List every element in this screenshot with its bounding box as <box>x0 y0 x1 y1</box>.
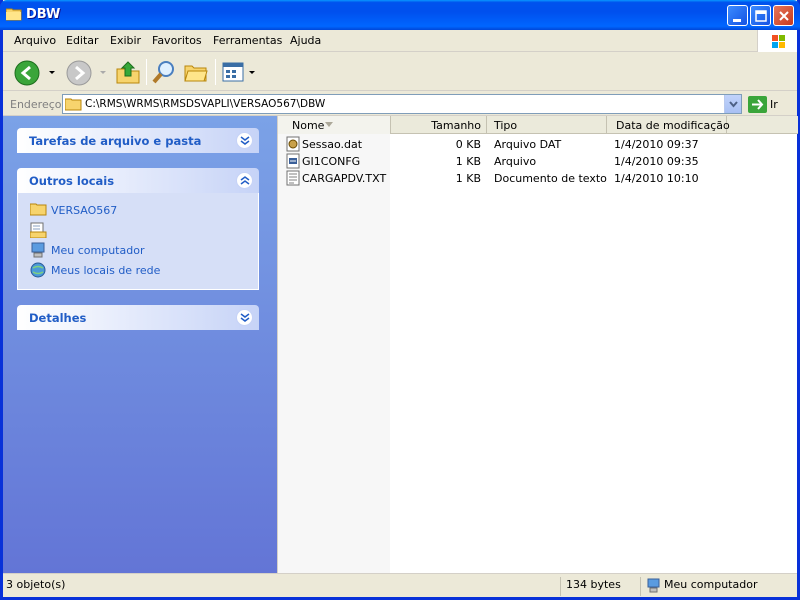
file-modified: 1/4/2010 10:10 <box>614 172 699 185</box>
window-title: DBW <box>26 7 61 22</box>
file-size: 1 KB <box>455 172 481 185</box>
details-title: Detalhes <box>29 311 87 325</box>
status-location: Meu computador <box>664 578 758 591</box>
column-label: Nome <box>292 119 325 132</box>
file-modified: 1/4/2010 09:37 <box>614 138 699 151</box>
file-type: Documento de texto <box>494 172 607 185</box>
address-input[interactable]: C:\RMS\WRMS\RMSDSVAPLI\VERSAO567\DBW <box>62 94 742 114</box>
status-size: 134 bytes <box>566 578 621 591</box>
column-tamanho[interactable]: Tamanho <box>391 116 487 134</box>
sorted-column-highlight <box>278 134 390 573</box>
menu-ajuda[interactable]: Ajuda <box>290 34 321 47</box>
back-icon[interactable] <box>13 59 41 87</box>
views-dropdown-icon[interactable] <box>249 71 255 74</box>
menu-favoritos[interactable]: Favoritos <box>152 34 202 47</box>
column-data-modificacao[interactable]: Data de modificação <box>607 116 730 134</box>
column-nome[interactable]: Nome <box>278 116 391 134</box>
views-icon[interactable] <box>221 59 247 85</box>
file-name: Sessao.dat <box>302 138 363 151</box>
menu-editar[interactable]: Editar <box>66 34 99 47</box>
other-places-title: Outros locais <box>29 174 115 188</box>
file-tasks-title: Tarefas de arquivo e pasta <box>29 134 202 148</box>
toolbar-separator <box>215 59 216 85</box>
text-file-icon <box>286 170 300 186</box>
folder-icon <box>30 203 47 216</box>
file-list[interactable]: Nome Tamanho Tipo Data de modificação Se… <box>277 116 798 573</box>
address-bar: Endereço C:\RMS\WRMS\RMSDSVAPLI\VERSAO56… <box>3 92 797 116</box>
file-size: 1 KB <box>455 155 481 168</box>
shared-documents-icon <box>30 222 47 238</box>
column-label: Tipo <box>494 119 518 132</box>
column-header-row: Nome Tamanho Tipo Data de modificação <box>278 116 798 134</box>
menu-ferramentas[interactable]: Ferramentas <box>213 34 282 47</box>
link-label: Meus locais de rede <box>51 264 161 277</box>
minimize-button[interactable] <box>727 5 748 26</box>
folder-icon <box>65 98 82 111</box>
status-bar: 3 objeto(s) 134 bytes Meu computador <box>3 573 797 597</box>
sort-arrow-icon <box>325 122 333 127</box>
menu-bar: Arquivo Editar Exibir Favoritos Ferramen… <box>3 30 797 52</box>
chevron-down-icon <box>729 101 738 108</box>
link-label: VERSAO567 <box>51 204 118 217</box>
address-dropdown-button[interactable] <box>724 95 741 113</box>
forward-icon[interactable] <box>65 59 93 87</box>
file-tasks-header[interactable]: Tarefas de arquivo e pasta <box>17 128 259 153</box>
my-computer-icon <box>31 242 45 258</box>
other-places-header[interactable]: Outros locais <box>17 168 259 193</box>
file-row[interactable]: CARGAPDV.TXT 1 KB Documento de texto 1/4… <box>278 170 798 187</box>
forward-dropdown-icon <box>100 71 106 74</box>
collapse-button[interactable] <box>236 172 253 189</box>
file-name: CARGAPDV.TXT <box>302 172 387 185</box>
close-icon <box>779 11 789 21</box>
close-button[interactable] <box>773 5 794 26</box>
status-location-section: Meu computador <box>640 577 797 596</box>
explorer-window: DBW Arquivo Editar Exibir Favoritos Ferr… <box>0 0 800 600</box>
my-computer-icon <box>647 578 660 593</box>
column-tipo[interactable]: Tipo <box>487 116 607 134</box>
folder-icon <box>6 8 22 21</box>
up-folder-icon[interactable] <box>115 59 141 85</box>
title-bar[interactable]: DBW <box>0 0 800 30</box>
toolbar <box>3 53 797 91</box>
back-dropdown-icon[interactable] <box>49 71 55 74</box>
address-path: C:\RMS\WRMS\RMSDSVAPLI\VERSAO567\DBW <box>85 98 326 110</box>
expand-button[interactable] <box>236 309 253 326</box>
chevron-double-up-icon <box>240 176 250 185</box>
column-label: Tamanho <box>431 119 481 132</box>
toolbar-separator <box>146 59 147 85</box>
dat-file-icon <box>286 136 300 152</box>
file-modified: 1/4/2010 09:35 <box>614 155 699 168</box>
file-row[interactable]: GI1CONFG 1 KB Arquivo 1/4/2010 09:35 <box>278 153 798 170</box>
maximize-icon <box>755 10 767 22</box>
go-button-label[interactable]: Ir <box>770 98 778 111</box>
task-pane: Tarefas de arquivo e pasta Outros locais <box>3 116 277 573</box>
folders-icon[interactable] <box>183 59 209 85</box>
go-arrow-icon[interactable] <box>748 96 767 113</box>
file-type: Arquivo <box>494 155 537 168</box>
menu-arquivo[interactable]: Arquivo <box>14 34 56 47</box>
status-size-section: 134 bytes <box>560 577 640 596</box>
menu-exibir[interactable]: Exibir <box>110 34 141 47</box>
config-file-icon <box>286 153 300 169</box>
windows-flag-icon <box>772 35 785 48</box>
windows-logo <box>757 30 797 52</box>
chevron-double-down-icon <box>240 136 250 145</box>
expand-button[interactable] <box>236 132 253 149</box>
file-size: 0 KB <box>455 138 481 151</box>
chevron-double-down-icon <box>240 313 250 322</box>
column-label: Data de modificação <box>616 119 730 132</box>
maximize-button[interactable] <box>750 5 771 26</box>
file-row[interactable]: Sessao.dat 0 KB Arquivo DAT 1/4/2010 09:… <box>278 136 798 153</box>
minimize-icon <box>733 19 741 22</box>
address-label: Endereço <box>10 98 62 111</box>
network-places-icon <box>30 262 46 278</box>
other-places-body: VERSAO567 Meu computador Meus locais de … <box>17 193 259 290</box>
status-object-count: 3 objeto(s) <box>6 578 66 591</box>
file-name: GI1CONFG <box>302 155 361 168</box>
search-icon[interactable] <box>151 59 177 85</box>
file-type: Arquivo DAT <box>494 138 562 151</box>
link-label: Meu computador <box>51 244 145 257</box>
details-header[interactable]: Detalhes <box>17 305 259 330</box>
